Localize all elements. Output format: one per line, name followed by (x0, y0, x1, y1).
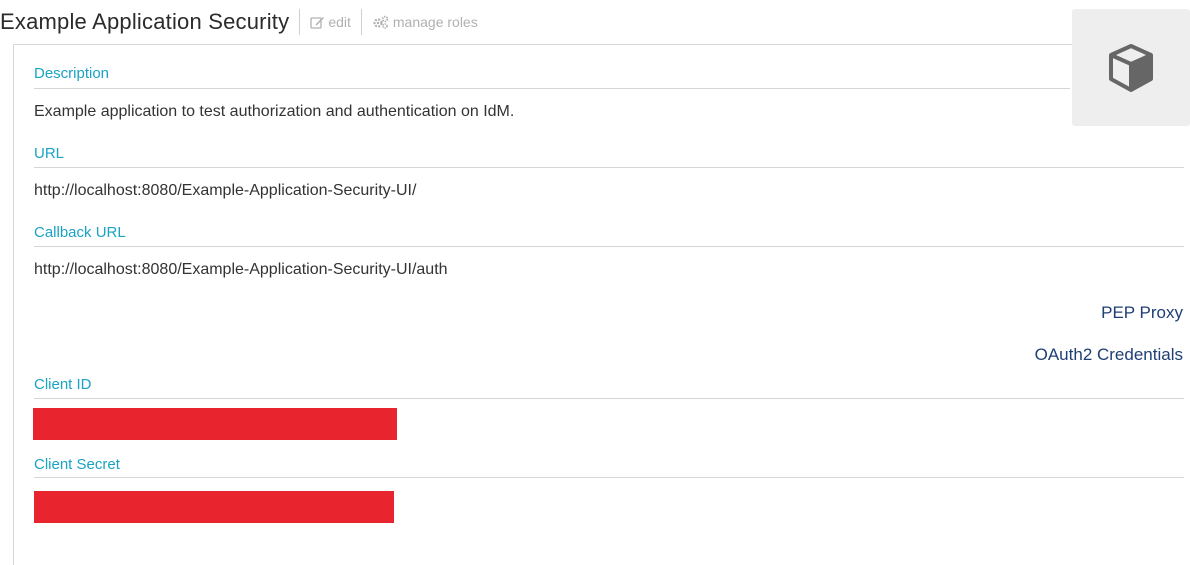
callback-url-divider (34, 246, 1184, 247)
callback-url-label: Callback URL (34, 224, 126, 241)
manage-roles-button[interactable]: manage roles (372, 14, 478, 30)
edit-icon (310, 17, 325, 29)
client-secret-divider (34, 477, 1184, 478)
page-header: Example Application Security edit manage… (0, 0, 1060, 44)
client-secret-label: Client Secret (34, 456, 120, 473)
pep-proxy-link[interactable]: PEP Proxy (1101, 303, 1183, 323)
client-secret-redacted-value (34, 491, 394, 523)
header-divider (360, 9, 362, 35)
client-id-redacted-value (33, 408, 397, 440)
callback-url-value: http://localhost:8080/Example-Applicatio… (34, 261, 448, 278)
edit-button-label: edit (328, 14, 351, 30)
gears-icon (373, 15, 389, 29)
manage-roles-label: manage roles (392, 14, 478, 30)
oauth2-credentials-link[interactable]: OAuth2 Credentials (1035, 345, 1183, 365)
description-label: Description (34, 65, 110, 82)
cube-icon (1109, 43, 1153, 92)
header-divider (299, 9, 301, 35)
page-title: Example Application Security (0, 9, 290, 34)
description-value: Example application to test authorizatio… (34, 103, 515, 120)
description-divider (34, 88, 1070, 89)
edit-button[interactable]: edit (310, 14, 351, 30)
url-divider (34, 167, 1184, 168)
application-avatar (1072, 9, 1190, 126)
url-label: URL (34, 145, 65, 162)
client-id-label: Client ID (34, 376, 92, 393)
url-value: http://localhost:8080/Example-Applicatio… (34, 182, 417, 199)
application-details-panel (13, 44, 1190, 565)
client-id-divider (34, 398, 1184, 399)
